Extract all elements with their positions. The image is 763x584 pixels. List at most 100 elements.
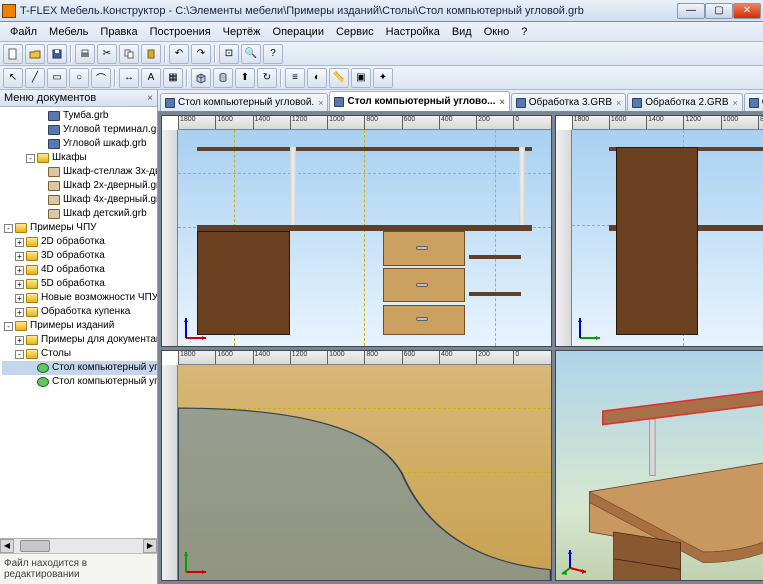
copy-button[interactable] (119, 44, 139, 64)
material-button[interactable]: ◐ (307, 68, 327, 88)
menu-file[interactable]: Файл (4, 24, 43, 40)
ruler-tick: 1800 (178, 116, 215, 129)
tree-node[interactable]: Шкаф 2х-дверный.grb (2, 179, 157, 193)
close-button[interactable]: ✕ (733, 3, 761, 19)
tree-node-label: Угловой терминал.grb (63, 123, 157, 137)
tree-node[interactable]: -Примеры изданий (2, 319, 157, 333)
menu-build[interactable]: Построения (144, 24, 217, 40)
document-tab[interactable]: Стол компьютерный углово...× (329, 91, 509, 111)
menu-view[interactable]: Вид (446, 24, 478, 40)
tree-toggle-icon[interactable]: - (26, 154, 35, 163)
camera-button[interactable]: ▣ (351, 68, 371, 88)
paste-button[interactable] (141, 44, 161, 64)
open-button[interactable] (25, 44, 45, 64)
tree-node[interactable]: +Новые возможности ЧПУ 12 (2, 291, 157, 305)
tree-node[interactable]: Шкаф-стеллаж 3х-двер (2, 165, 157, 179)
tree-toggle-icon[interactable]: + (15, 252, 24, 261)
tree-node[interactable]: Стол компьютерный углово (2, 375, 157, 389)
hatch-tool[interactable]: ▦ (163, 68, 183, 88)
tree-node[interactable]: +4D обработка (2, 263, 157, 277)
measure-button[interactable]: 📏 (329, 68, 349, 88)
viewport-top[interactable]: 180016001400120010008006004002000 (161, 350, 552, 582)
sidebar-hscrollbar[interactable]: ◀ ▶ (0, 538, 157, 553)
tab-close-icon[interactable]: × (616, 98, 621, 108)
menu-service[interactable]: Сервис (330, 24, 380, 40)
viewport-side[interactable]: 180016001400120010008006004002000 (555, 115, 763, 347)
tree-toggle-icon[interactable]: + (15, 238, 24, 247)
document-tab[interactable]: Обработка 1.GRB× (744, 93, 763, 111)
menu-drawing[interactable]: Чертёж (217, 24, 267, 40)
minimize-button[interactable]: — (677, 3, 705, 19)
tree-node[interactable]: Тумба.grb (2, 109, 157, 123)
canvas-3d[interactable] (556, 351, 763, 581)
new-button[interactable] (3, 44, 23, 64)
tree-node[interactable]: +3D обработка (2, 249, 157, 263)
tree-node[interactable]: Шкаф детский.grb (2, 207, 157, 221)
menu-furniture[interactable]: Мебель (43, 24, 94, 40)
document-tab[interactable]: Обработка 3.GRB× (511, 93, 627, 111)
tree-node[interactable]: +2D обработка (2, 235, 157, 249)
cylinder-tool[interactable] (213, 68, 233, 88)
maximize-button[interactable]: ▢ (705, 3, 733, 19)
tree-node[interactable]: Угловой терминал.grb (2, 123, 157, 137)
tree-toggle-icon[interactable]: + (15, 308, 24, 317)
help-button[interactable]: ? (263, 44, 283, 64)
tree-node[interactable]: +Примеры для документации (2, 333, 157, 347)
document-tree[interactable]: Тумба.grbУгловой терминал.grbУгловой шка… (0, 107, 157, 538)
tree-toggle-icon[interactable]: - (4, 322, 13, 331)
tab-close-icon[interactable]: × (500, 97, 505, 107)
tab-close-icon[interactable]: × (318, 98, 323, 108)
dim-tool[interactable]: ↔ (119, 68, 139, 88)
text-tool[interactable]: A (141, 68, 161, 88)
tree-node[interactable]: Шкаф 4х-дверный.grb (2, 193, 157, 207)
tree-node[interactable]: +5D обработка (2, 277, 157, 291)
tree-toggle-icon[interactable]: + (15, 294, 24, 303)
zoom-in-button[interactable]: 🔍 (241, 44, 261, 64)
menu-help[interactable]: ? (515, 24, 533, 40)
scroll-thumb[interactable] (20, 540, 50, 552)
tree-node[interactable]: +Обработка купенка (2, 305, 157, 319)
revolve-tool[interactable]: ↻ (257, 68, 277, 88)
tree-node[interactable]: -Примеры ЧПУ (2, 221, 157, 235)
menu-window[interactable]: Окно (478, 24, 516, 40)
tree-node[interactable]: -Столы (2, 347, 157, 361)
canvas-top[interactable] (178, 365, 551, 581)
zoom-fit-button[interactable]: ⊡ (219, 44, 239, 64)
tree-toggle-icon[interactable]: + (15, 280, 24, 289)
tree-node[interactable]: Угловой шкаф.grb (2, 137, 157, 151)
tab-close-icon[interactable]: × (733, 98, 738, 108)
tree-node[interactable]: Стол компьютерный углово (2, 361, 157, 375)
save-button[interactable] (47, 44, 67, 64)
tree-toggle-icon[interactable]: - (15, 350, 24, 359)
cube-tool[interactable] (191, 68, 211, 88)
tree-node[interactable]: -Шкафы (2, 151, 157, 165)
tree-toggle-icon[interactable]: + (15, 336, 24, 345)
cut-button[interactable]: ✂ (97, 44, 117, 64)
redo-button[interactable]: ↷ (191, 44, 211, 64)
tree-toggle-icon[interactable]: - (4, 224, 13, 233)
scroll-left-icon[interactable]: ◀ (0, 539, 14, 553)
layers-button[interactable]: ≡ (285, 68, 305, 88)
document-tab[interactable]: Обработка 2.GRB× (627, 93, 743, 111)
select-button[interactable]: ↖ (3, 68, 23, 88)
sidebar-close-icon[interactable]: × (147, 93, 153, 104)
document-icon (48, 195, 60, 205)
canvas-side[interactable] (572, 130, 763, 346)
menu-operations[interactable]: Операции (267, 24, 330, 40)
print-button[interactable] (75, 44, 95, 64)
menu-settings[interactable]: Настройка (380, 24, 446, 40)
render-button[interactable]: ✦ (373, 68, 393, 88)
arc-tool[interactable]: ⌒ (91, 68, 111, 88)
menu-edit[interactable]: Правка (94, 24, 143, 40)
document-tab[interactable]: Стол компьютерный угловой.× (160, 93, 328, 111)
scroll-right-icon[interactable]: ▶ (143, 539, 157, 553)
viewport-front[interactable]: 180016001400120010008006004002000 (161, 115, 552, 347)
extrude-tool[interactable]: ⬆ (235, 68, 255, 88)
undo-button[interactable]: ↶ (169, 44, 189, 64)
tree-toggle-icon[interactable]: + (15, 266, 24, 275)
viewport-3d[interactable] (555, 350, 763, 582)
rect-tool[interactable]: ▭ (47, 68, 67, 88)
canvas-front[interactable] (178, 130, 551, 346)
line-tool[interactable]: ╱ (25, 68, 45, 88)
circle-tool[interactable]: ○ (69, 68, 89, 88)
